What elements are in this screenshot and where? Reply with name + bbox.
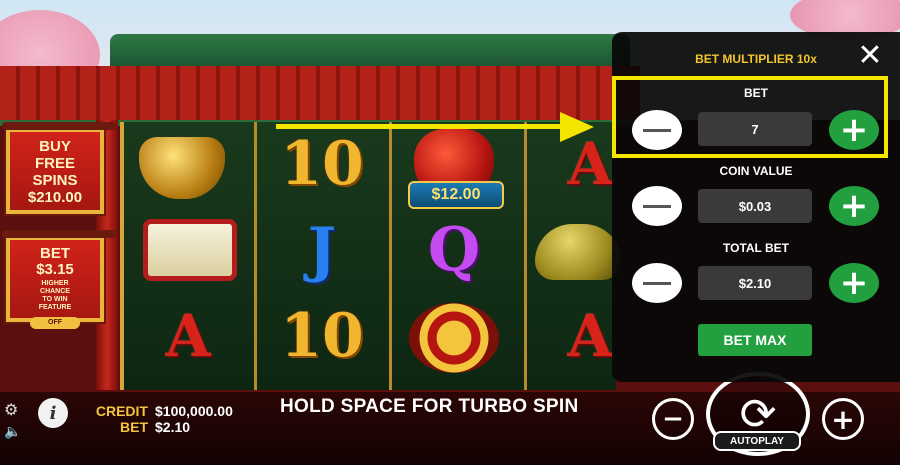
banner-rod xyxy=(2,122,116,130)
decrease-bet-button[interactable]: − xyxy=(652,398,694,440)
plus-icon: + xyxy=(831,402,855,436)
ante-desc-2: CHANCE xyxy=(40,288,70,295)
reel-separator xyxy=(389,122,392,390)
ante-desc-3: TO WIN xyxy=(42,296,68,303)
credit-value: $100,000.00 xyxy=(155,403,233,419)
speaker-icon[interactable]: 🔈 xyxy=(4,424,21,440)
ante-bet-panel[interactable]: BET $3.15 HIGHER CHANCE TO WIN FEATURE O… xyxy=(2,230,116,329)
highlight-arrow-line xyxy=(276,124,566,129)
reel-separator xyxy=(524,122,527,390)
symbol-10: 10 xyxy=(280,129,364,199)
roof-cap xyxy=(110,34,630,70)
spins-label: SPINS xyxy=(32,172,78,189)
temple-roof xyxy=(0,28,640,126)
pot-of-gold-symbol xyxy=(132,128,232,208)
minus-icon: − xyxy=(662,404,684,434)
minus-icon xyxy=(643,281,671,285)
total-bet-plus-button[interactable]: + xyxy=(829,263,879,303)
highlight-arrow-icon xyxy=(560,112,594,142)
symbol-A: A xyxy=(165,302,211,370)
close-icon[interactable]: ✕ xyxy=(856,41,884,71)
banner-rod xyxy=(2,230,116,238)
bet-max-button[interactable]: BET MAX xyxy=(698,324,812,356)
info-button[interactable]: i xyxy=(38,398,68,428)
prize-value-badge: $12.00 xyxy=(408,181,504,209)
coin-value-display: $0.03 xyxy=(698,189,812,223)
buy-free-spins-button[interactable]: BUY FREE SPINS $210.00 xyxy=(2,122,116,214)
coins-symbol xyxy=(404,298,504,378)
coin-value-minus-button[interactable] xyxy=(632,186,682,226)
bet-highlight-box xyxy=(612,76,888,158)
credit-bet-labels: CREDIT BET xyxy=(90,403,148,435)
symbol-Q: Q xyxy=(427,215,481,285)
total-bet-display: $2.10 xyxy=(698,266,812,300)
bet-value: $2.10 xyxy=(155,419,191,435)
symbol-J: J xyxy=(307,215,337,285)
reel-separator xyxy=(254,122,257,390)
bet-label: BET xyxy=(120,419,148,435)
total-bet-minus-button[interactable] xyxy=(632,263,682,303)
coin-value-plus-button[interactable]: + xyxy=(829,186,879,226)
increase-bet-button[interactable]: + xyxy=(822,398,864,440)
gear-icon[interactable]: ⚙ xyxy=(4,400,18,419)
total-bet-label: TOTAL BET xyxy=(723,241,789,255)
roof-tiles xyxy=(0,66,640,126)
autoplay-button[interactable]: AUTOPLAY xyxy=(713,431,801,451)
ante-bet-title: BET xyxy=(40,245,70,262)
golden-frog-icon xyxy=(535,224,621,280)
free-label: FREE xyxy=(34,155,75,172)
buy-price: $210.00 xyxy=(27,189,83,206)
minus-icon xyxy=(643,204,671,208)
coin-value-label: COIN VALUE xyxy=(719,164,793,178)
scroll-symbol xyxy=(140,210,240,290)
scroll-icon xyxy=(143,219,237,281)
ante-bet-amount: $3.15 xyxy=(36,261,74,278)
credit-label: CREDIT xyxy=(95,403,148,419)
symbol-10: 10 xyxy=(280,301,364,371)
turbo-spin-message: HOLD SPACE FOR TURBO SPIN xyxy=(280,396,579,417)
ante-desc-4: FEATURE xyxy=(38,304,72,311)
credit-bet-values: $100,000.00 $2.10 xyxy=(155,403,233,435)
ante-bet-toggle[interactable]: OFF xyxy=(30,317,80,329)
pot-of-gold-icon xyxy=(139,137,225,199)
ante-desc-1: HIGHER xyxy=(41,280,69,287)
buy-label: BUY xyxy=(39,138,71,155)
coins-icon xyxy=(409,303,499,373)
